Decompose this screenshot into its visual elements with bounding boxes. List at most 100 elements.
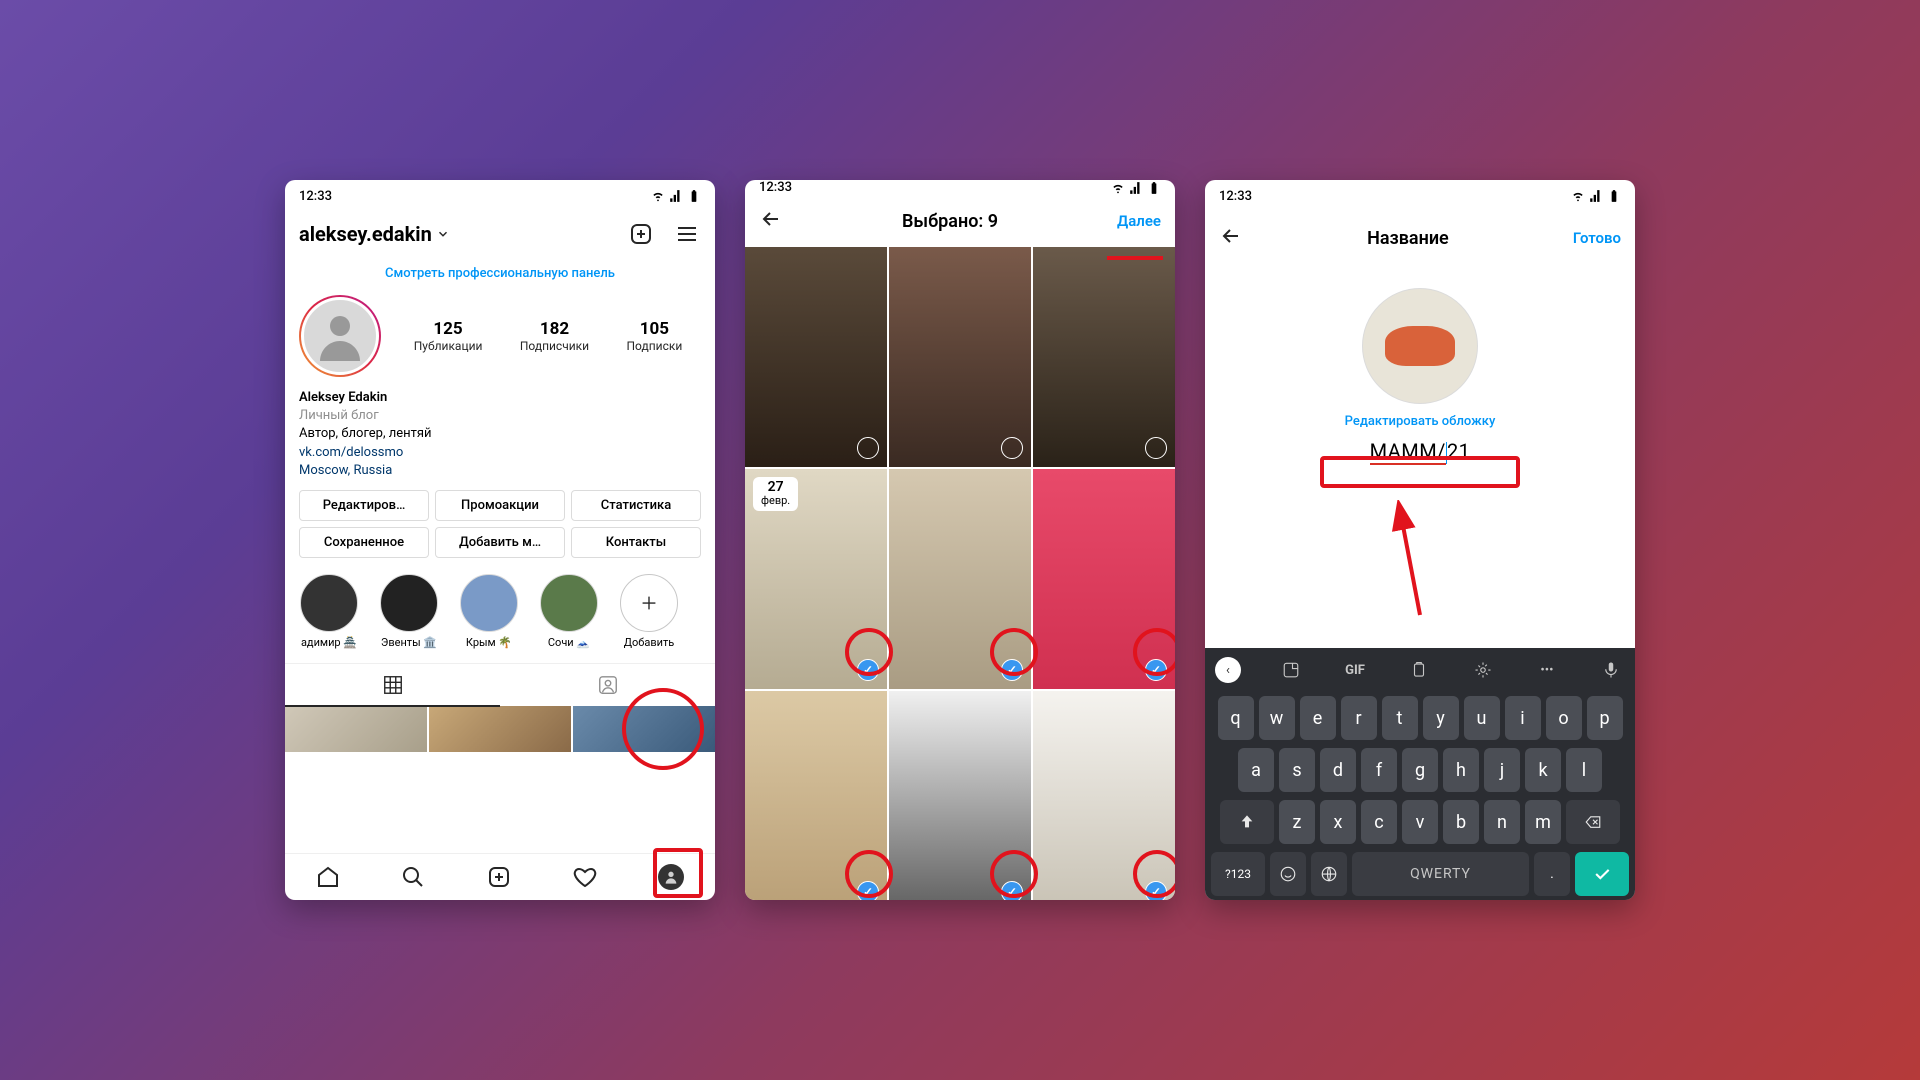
keyboard-toolbar: ‹ GIF ••• (1205, 648, 1635, 692)
arrow-left-icon (1219, 224, 1243, 248)
username-dropdown[interactable]: aleksey.edakin (299, 222, 450, 246)
selected-check-icon (1001, 881, 1023, 900)
story-item[interactable] (745, 247, 887, 467)
key-period[interactable]: . (1534, 852, 1570, 896)
key[interactable]: b (1443, 800, 1479, 844)
key[interactable]: z (1279, 800, 1315, 844)
tab-grid[interactable] (285, 664, 500, 706)
tab-tagged[interactable] (500, 664, 715, 706)
key-language[interactable] (1311, 852, 1347, 896)
story-item[interactable]: 27февр. (745, 469, 887, 689)
date-badge: 27февр. (753, 477, 798, 510)
key-shift[interactable] (1220, 800, 1274, 844)
key[interactable]: g (1402, 748, 1438, 792)
key[interactable]: s (1279, 748, 1315, 792)
promotions-button[interactable]: Промоакции (435, 490, 565, 521)
key[interactable]: t (1382, 696, 1418, 740)
contacts-button[interactable]: Контакты (571, 527, 701, 558)
kbd-settings-icon[interactable] (1469, 656, 1497, 684)
key[interactable]: h (1443, 748, 1479, 792)
stat-posts[interactable]: 125 Публикации (414, 319, 483, 353)
key-numbers[interactable]: ?123 (1211, 852, 1265, 896)
story-item[interactable] (1033, 691, 1175, 900)
story-item[interactable] (745, 691, 887, 900)
bio-link[interactable]: vk.com/delossmo (299, 444, 701, 462)
key[interactable]: i (1505, 696, 1541, 740)
nav-home-icon[interactable] (316, 865, 340, 889)
highlight-item[interactable]: Эвенты 🏛️ (375, 574, 443, 649)
key[interactable]: o (1546, 696, 1582, 740)
key[interactable]: k (1525, 748, 1561, 792)
edit-profile-button[interactable]: Редактиров… (299, 490, 429, 521)
statistics-button[interactable]: Статистика (571, 490, 701, 521)
stat-following[interactable]: 105 Подписки (627, 319, 683, 353)
screen-profile: 12:33 aleksey.edakin Смотреть профессион… (285, 180, 715, 900)
key-backspace[interactable] (1566, 800, 1620, 844)
feed-post[interactable] (285, 706, 427, 752)
highlight-title-input[interactable]: МАММ/21 (1370, 435, 1471, 470)
key[interactable]: q (1218, 696, 1254, 740)
story-item[interactable] (1033, 469, 1175, 689)
next-button[interactable]: Далее (1117, 212, 1161, 230)
key[interactable]: r (1341, 696, 1377, 740)
story-item[interactable] (889, 691, 1031, 900)
key[interactable]: j (1484, 748, 1520, 792)
key[interactable]: y (1423, 696, 1459, 740)
story-item[interactable] (889, 469, 1031, 689)
kbd-mic-icon[interactable] (1597, 656, 1625, 684)
menu-button[interactable] (673, 220, 701, 248)
nav-profile-icon[interactable] (658, 864, 684, 890)
kbd-sticker-icon[interactable] (1277, 656, 1305, 684)
key[interactable]: m (1525, 800, 1561, 844)
key[interactable]: n (1484, 800, 1520, 844)
key[interactable]: e (1300, 696, 1336, 740)
key-enter[interactable] (1575, 852, 1629, 896)
done-button[interactable]: Готово (1573, 229, 1621, 247)
highlight-item[interactable]: Сочи 🗻 (535, 574, 603, 649)
feed-post[interactable] (429, 706, 571, 752)
story-item[interactable] (1033, 247, 1175, 467)
back-button[interactable] (1219, 224, 1243, 252)
bio-location[interactable]: Moscow, Russia (299, 462, 701, 480)
key[interactable]: c (1361, 800, 1397, 844)
key[interactable]: v (1402, 800, 1438, 844)
highlight-item[interactable]: адимир 🏯 (295, 574, 363, 649)
status-icons (1571, 189, 1621, 203)
key[interactable]: d (1320, 748, 1356, 792)
kbd-gif-button[interactable]: GIF (1341, 656, 1369, 684)
story-item[interactable] (889, 247, 1031, 467)
highlight-add-button[interactable]: Добавить (615, 574, 683, 649)
key-space[interactable]: QWERTY (1352, 852, 1529, 896)
add-button[interactable]: Добавить м… (435, 527, 565, 558)
key-emoji[interactable] (1270, 852, 1306, 896)
profile-avatar[interactable] (299, 295, 381, 377)
status-icons (651, 189, 701, 203)
kbd-more-icon[interactable]: ••• (1533, 656, 1561, 684)
highlights-row: адимир 🏯 Эвенты 🏛️ Крым 🌴 Сочи 🗻 Добавит… (285, 558, 715, 655)
professional-panel-link[interactable]: Смотреть профессиональную панель (285, 256, 715, 295)
key[interactable]: l (1566, 748, 1602, 792)
feed-post[interactable] (573, 706, 715, 752)
key[interactable]: a (1238, 748, 1274, 792)
kbd-clipboard-icon[interactable] (1405, 656, 1433, 684)
key[interactable]: u (1464, 696, 1500, 740)
edit-cover-link[interactable]: Редактировать обложку (1205, 414, 1635, 429)
create-post-button[interactable] (627, 220, 655, 248)
nav-search-icon[interactable] (401, 865, 425, 889)
highlight-cover[interactable] (1362, 288, 1478, 404)
saved-button[interactable]: Сохраненное (299, 527, 429, 558)
kbd-chevron-left-icon[interactable]: ‹ (1215, 657, 1241, 683)
bio-block: Aleksey Edakin Личный блог Автор, блогер… (285, 377, 715, 490)
key[interactable]: x (1320, 800, 1356, 844)
key[interactable]: p (1587, 696, 1623, 740)
nav-create-icon[interactable] (487, 865, 511, 889)
bio-desc: Автор, блогер, лентяй (299, 425, 701, 443)
selection-header: Выбрано: 9 Далее (745, 195, 1175, 247)
nav-activity-icon[interactable] (573, 865, 597, 889)
key[interactable]: f (1361, 748, 1397, 792)
highlight-item[interactable]: Крым 🌴 (455, 574, 523, 649)
stat-followers[interactable]: 182 Подписчики (520, 319, 589, 353)
key[interactable]: w (1259, 696, 1295, 740)
keyboard-row-1: q w e r t y u i o p (1205, 692, 1635, 744)
back-button[interactable] (759, 207, 783, 235)
